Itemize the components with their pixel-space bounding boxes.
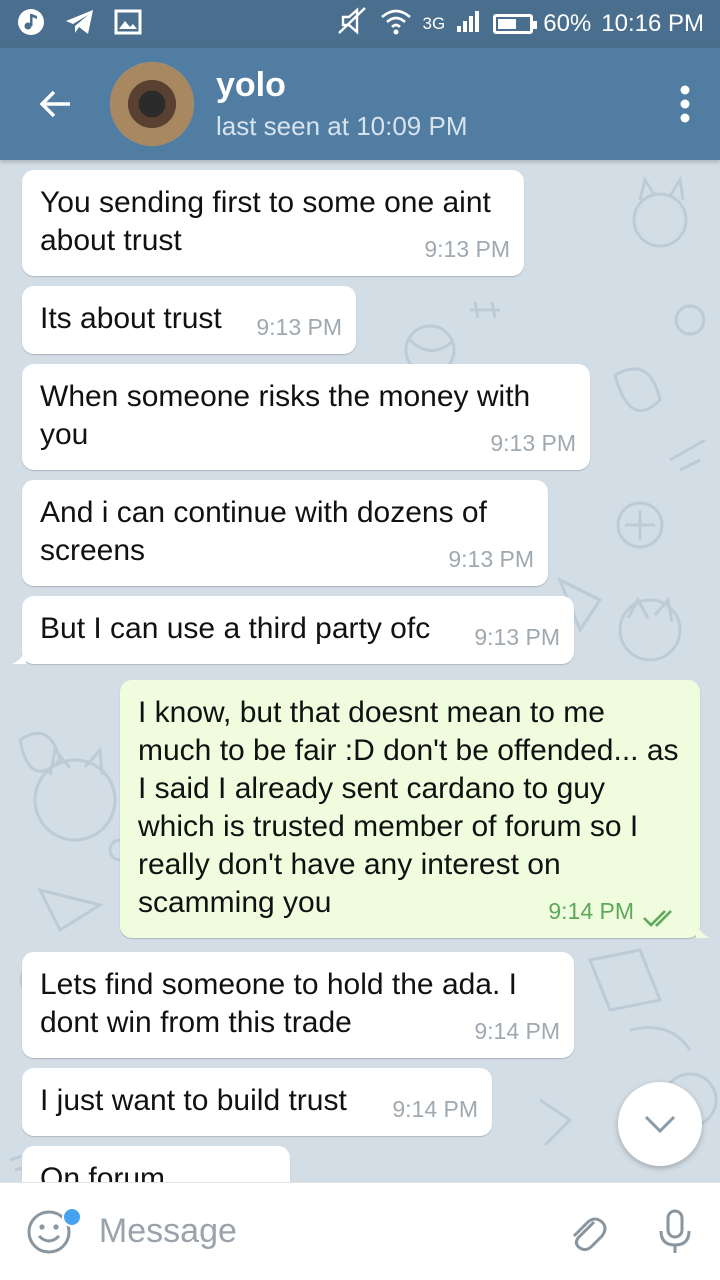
back-button[interactable]	[0, 48, 110, 160]
clock: 10:16 PM	[601, 10, 704, 37]
battery-percent: 60%	[543, 10, 592, 37]
message-input[interactable]	[98, 1201, 542, 1262]
message-list[interactable]: You sending first to some one aint about…	[0, 160, 720, 1182]
more-vertical-icon	[680, 85, 690, 123]
message-text: On forum	[40, 1162, 166, 1182]
double-check-icon	[643, 910, 672, 927]
message-time: 9:13 PM	[256, 314, 342, 340]
message-bubble[interactable]: I know, but that doesnt mean to me much …	[120, 680, 710, 938]
message-time: 9:14 PM	[548, 898, 634, 924]
message-time: 9:14 PM	[474, 1018, 560, 1044]
message-bubble[interactable]: Lets find someone to hold the ada. I don…	[22, 952, 574, 1058]
image-icon	[114, 9, 142, 40]
message-time: 9:13 PM	[490, 430, 576, 456]
message-time: 9:13 PM	[448, 546, 534, 572]
microphone-icon	[659, 1209, 691, 1253]
more-options-button[interactable]	[650, 48, 720, 160]
message-bubble[interactable]: And i can continue with dozens of screen…	[22, 480, 548, 586]
message-bubble[interactable]: On forum	[22, 1146, 290, 1182]
message-bubble[interactable]: You sending first to some one aint about…	[22, 170, 524, 276]
chat-header: yolo last seen at 10:09 PM	[0, 48, 720, 160]
battery-level	[498, 19, 517, 29]
chat-title[interactable]: yolo last seen at 10:09 PM	[216, 65, 650, 143]
message-bubble[interactable]: I just want to build trust 9:14 PM	[22, 1068, 492, 1136]
battery-icon	[493, 14, 538, 34]
wifi-icon	[379, 6, 413, 43]
vibrate-off-icon	[335, 5, 369, 44]
music-note-icon	[16, 7, 46, 42]
message-time: 9:13 PM	[474, 624, 560, 650]
notification-dot	[62, 1206, 82, 1227]
message-text: I know, but that doesnt mean to me much …	[138, 696, 679, 919]
scroll-to-bottom-button[interactable]	[618, 1082, 702, 1166]
bubble-tail	[696, 922, 710, 938]
message-bubble[interactable]: But I can use a third party ofc 9:13 PM	[12, 596, 574, 664]
status-bar: 3G 60% 10:16 PM	[0, 0, 720, 48]
message-bubble[interactable]: When someone risks the money with you 9:…	[22, 364, 590, 470]
attach-button[interactable]	[542, 1183, 631, 1280]
message-time: 9:13 PM	[424, 236, 510, 262]
contact-name: yolo	[216, 66, 286, 104]
telegram-icon	[64, 7, 96, 42]
message-time: 9:14 PM	[392, 1096, 478, 1122]
message-composer	[0, 1182, 720, 1280]
emoji-button[interactable]	[0, 1183, 99, 1280]
network-type: 3G	[422, 14, 446, 33]
last-seen-status: last seen at 10:09 PM	[216, 111, 468, 141]
message-bubble[interactable]: Its about trust 9:13 PM	[22, 286, 356, 354]
bubble-tail	[12, 648, 26, 664]
paperclip-icon	[573, 1217, 607, 1251]
arrow-left-icon	[39, 90, 70, 118]
chevron-down-icon	[644, 1115, 676, 1134]
voice-record-button[interactable]	[631, 1183, 720, 1280]
signal-icon	[455, 8, 483, 41]
avatar[interactable]	[110, 62, 194, 146]
